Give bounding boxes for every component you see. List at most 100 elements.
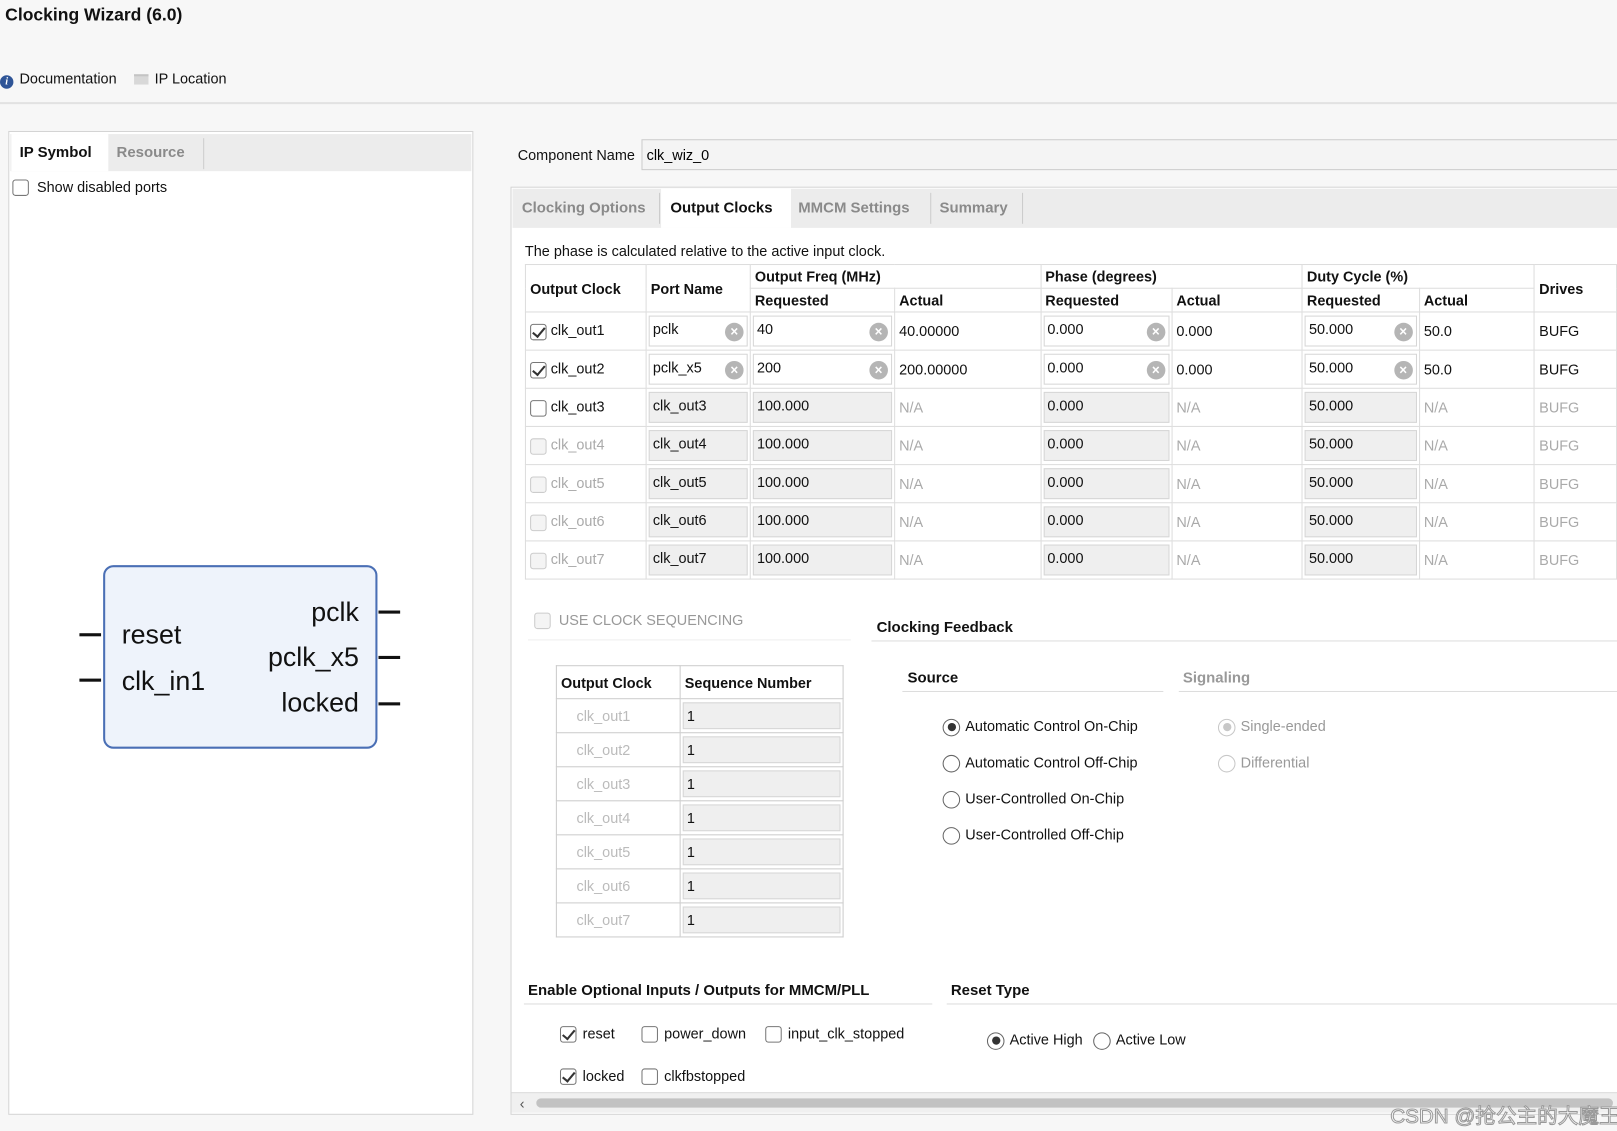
port-name-input[interactable]: clk_out5 [648,468,748,500]
tab-summary[interactable]: Summary [930,189,1017,228]
source-radio-automatic-control-off-chip[interactable]: Automatic Control Off-Chip [942,754,1138,773]
tab-ip-symbol[interactable]: IP Symbol [11,134,109,172]
clear-icon[interactable]: × [1146,322,1166,342]
col-duty-requested: Requested [1301,287,1420,313]
clear-icon[interactable]: × [869,360,888,380]
documentation-link[interactable]: i Documentation [0,70,117,89]
table-row: clk_out5 clk_out5 100.000 N/A 0.000 N/A 50.000… [524,464,1617,504]
freq-requested-input-value: 100.000 [756,473,810,490]
sequence-number-input[interactable]: 1 [682,770,841,798]
duty-requested-input[interactable]: 50.000 × [1304,315,1417,347]
phase-actual: N/A [1171,425,1303,466]
drives: BUFG [1534,540,1617,580]
sequence-number-input[interactable]: 1 [682,838,841,866]
port-name-input[interactable]: clk_out3 [648,391,748,423]
duty-requested-input[interactable]: 50.000 [1304,506,1417,538]
col-seq-output-clock: Output Clock [555,665,681,700]
optional-reset-checkbox[interactable]: reset [559,1025,615,1043]
output-clock-checkbox[interactable] [530,361,547,379]
table-row: clk_out1 pclk × 40 × 40.00000 0.000 × 0.000 50.00… [524,311,1617,351]
optional-clkfbstopped-checkbox[interactable]: clkfbstopped [641,1067,745,1086]
use-clock-sequencing-checkbox[interactable]: USE CLOCK SEQUENCING [534,612,743,630]
optional-locked-checkbox[interactable]: locked [559,1067,624,1086]
clear-icon[interactable]: × [1393,360,1413,380]
freq-requested-input[interactable]: 100.000 [752,468,892,500]
freq-requested-input[interactable]: 100.000 [752,506,892,538]
tab-resource[interactable]: Resource [108,134,204,171]
port-name-input[interactable]: pclk_x5 × [648,353,748,385]
output-clock-checkbox[interactable] [530,552,547,569]
port-name-input[interactable]: clk_out7 [648,544,748,576]
sequence-number-input[interactable]: 1 [682,736,841,764]
port-clk-in1: clk_in1 [121,665,206,697]
reset-type-radio-active-high[interactable]: Active High [986,1031,1083,1050]
output-clock-checkbox[interactable] [530,476,547,493]
ip-location-label: IP Location [154,70,227,87]
sequence-row: clk_out2 1 [555,732,844,768]
clear-icon[interactable]: × [1146,360,1166,380]
show-disabled-ports-checkbox[interactable]: Show disabled ports [12,178,167,197]
output-clock-checkbox[interactable] [530,514,547,531]
phase-requested-input[interactable]: 0.000 [1043,544,1170,576]
phase-requested-input[interactable]: 0.000 [1043,506,1170,538]
sequence-number-input[interactable]: 1 [682,702,841,730]
freq-requested-input[interactable]: 100.000 [752,430,892,461]
duty-requested-input[interactable]: 50.000 [1304,468,1417,500]
tab-output-clocks[interactable]: Output Clocks [661,188,792,228]
clear-icon[interactable]: × [724,322,744,342]
optional-power-down-checkbox[interactable]: power_down [641,1025,746,1043]
duty-requested-input[interactable]: 50.000 [1304,544,1417,576]
phase-requested-input[interactable]: 0.000 [1043,391,1170,423]
sequence-clock-label: clk_out3 [555,766,681,802]
tab-clocking-options[interactable]: Clocking Options [513,189,655,228]
output-clock-checkbox[interactable] [530,323,547,340]
output-clock-checkbox[interactable] [530,399,547,417]
duty-requested-input[interactable]: 50.000 × [1304,353,1417,385]
optional-input-clk-stopped-checkbox[interactable]: input_clk_stopped [765,1025,904,1043]
clear-icon[interactable]: × [1393,322,1413,342]
source-radio-automatic-control-on-chip[interactable]: Automatic Control On-Chip [942,718,1138,737]
output-clock-checkbox[interactable] [530,437,547,455]
source-radio-user-controlled-off-chip[interactable]: User-Controlled Off-Chip [942,826,1124,845]
scroll-left-arrow-icon[interactable]: ‹ [520,1095,525,1112]
port-name-input[interactable]: clk_out4 [648,430,748,461]
sequence-number-input[interactable]: 1 [682,872,841,900]
freq-requested-input[interactable]: 100.000 [752,544,892,576]
tab-mmcm-settings[interactable]: MMCM Settings [789,189,919,228]
signaling-radio-single-ended[interactable]: Single-ended [1217,718,1326,737]
sequence-number-input[interactable]: 1 [682,906,841,934]
duty-actual: N/A [1418,387,1536,427]
freq-actual: N/A [893,502,1042,542]
port-pclk-x5: pclk_x5 [267,641,359,673]
port-name-input-value: clk_out7 [652,549,707,567]
component-name-input[interactable] [641,139,1617,171]
phase-requested-input[interactable]: 0.000 × [1043,353,1170,385]
phase-requested-input[interactable]: 0.000 [1043,430,1170,461]
freq-requested-input[interactable]: 200 × [752,353,892,385]
sequence-number-input[interactable]: 1 [682,804,841,832]
port-name-input[interactable]: pclk × [648,315,748,347]
clear-icon[interactable]: × [724,360,744,380]
phase-requested-input[interactable]: 0.000 × [1043,315,1170,347]
signaling-radio-differential[interactable]: Differential [1217,754,1309,773]
radio-icon [1093,1032,1111,1050]
port-name-input[interactable]: clk_out6 [648,506,748,538]
source-radio-user-controlled-on-chip[interactable]: User-Controlled On-Chip [942,790,1124,809]
sequence-row: clk_out3 1 [555,766,844,802]
table-row: clk_out4 clk_out4 100.000 N/A 0.000 N/A 50.000… [524,425,1617,466]
freq-requested-input[interactable]: 100.000 [752,391,892,423]
optional-label: power_down [664,1025,747,1042]
reset-type-radio-active-low[interactable]: Active Low [1093,1031,1186,1050]
freq-requested-input[interactable]: 40 × [752,315,892,347]
ip-location-link[interactable]: IP Location [134,70,227,87]
freq-actual: N/A [893,425,1042,466]
col-phase-requested: Requested [1040,287,1173,313]
duty-requested-input-value: 50.000 [1308,473,1354,490]
duty-requested-input[interactable]: 50.000 [1304,430,1417,461]
clear-icon[interactable]: × [869,322,888,342]
radio-icon [1217,718,1236,737]
checkbox-icon [559,1026,577,1043]
phase-requested-input[interactable]: 0.000 [1043,468,1170,500]
info-icon: i [0,75,14,89]
duty-requested-input[interactable]: 50.000 [1304,391,1417,423]
